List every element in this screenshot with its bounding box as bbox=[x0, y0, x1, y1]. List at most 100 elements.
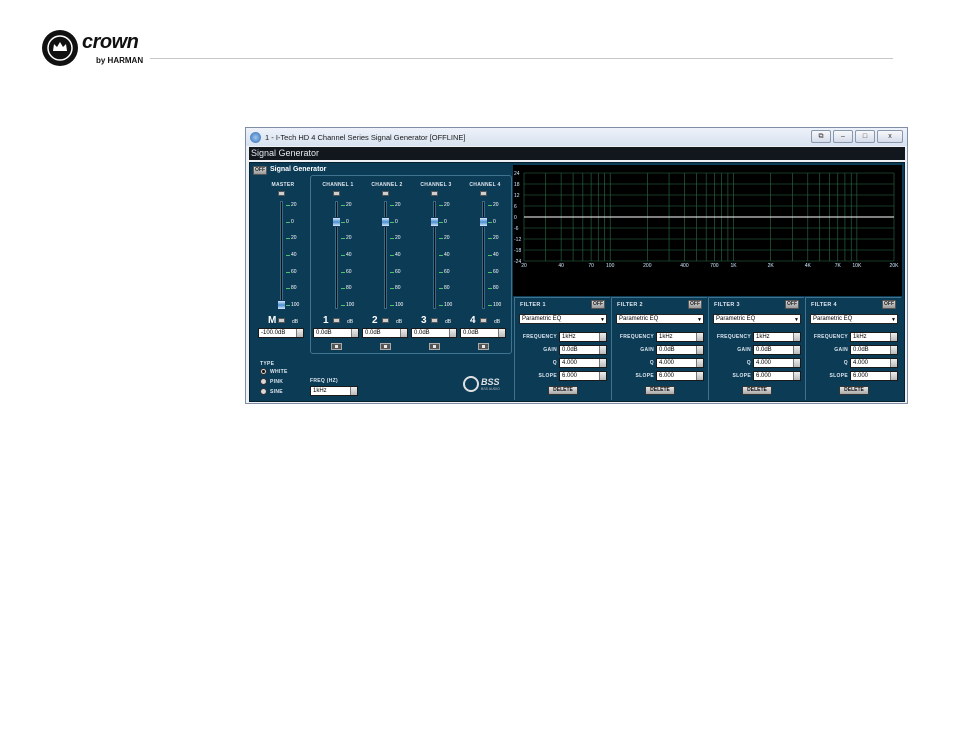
channel-4-fader-knob[interactable] bbox=[479, 216, 488, 227]
filter-2-slope-input[interactable]: 6.000 bbox=[656, 371, 704, 381]
close-button[interactable]: x bbox=[877, 130, 903, 143]
channel-4-mute-button[interactable] bbox=[478, 343, 489, 350]
channel-1-tick bbox=[341, 271, 345, 273]
channel-1-mute-button[interactable] bbox=[331, 343, 342, 350]
filter-4-gain-spinner-arrows[interactable] bbox=[890, 346, 897, 354]
filter-3-frequency-spinner-arrows[interactable] bbox=[793, 333, 800, 341]
master-scale-label: 60 bbox=[291, 268, 297, 275]
filter-3-gain-input[interactable]: 0.0dB bbox=[753, 345, 801, 355]
filter-4-slope-input[interactable]: 6.000 bbox=[850, 371, 898, 381]
filter-3-slope-input[interactable]: 6.000 bbox=[753, 371, 801, 381]
filter-2-delete-button[interactable]: DELETE bbox=[645, 386, 675, 395]
filter-3-type-select[interactable]: Parametric EQ ▼ bbox=[713, 314, 801, 324]
filter-1-q-input[interactable]: 4.000 bbox=[559, 358, 607, 368]
filter-1-off-button[interactable]: OFF bbox=[591, 300, 605, 309]
master-gain-input[interactable]: -100.0dB bbox=[258, 328, 304, 338]
freq-spinner-arrows[interactable] bbox=[350, 387, 357, 395]
filter-4-slope-value: 6.000 bbox=[853, 373, 869, 379]
minimize-button[interactable]: – bbox=[833, 130, 853, 143]
filter-2-gain-input[interactable]: 0.0dB bbox=[656, 345, 704, 355]
filter-4-q-spinner-arrows[interactable] bbox=[890, 359, 897, 367]
master-spinner-arrows[interactable] bbox=[296, 329, 303, 337]
channel-2-scale-label: 100 bbox=[395, 302, 404, 308]
channel-1-spinner-arrows[interactable] bbox=[351, 329, 358, 337]
filter-2-frequency-input[interactable]: 1kHz bbox=[656, 332, 704, 342]
channel-4-spinner-arrows[interactable] bbox=[498, 329, 505, 337]
channel-2-mute-button[interactable] bbox=[380, 343, 391, 350]
graph-y-tick: -12 bbox=[514, 237, 521, 243]
filter-1-type-select[interactable]: Parametric EQ ▼ bbox=[519, 314, 607, 324]
filter-2-slope-value: 6.000 bbox=[659, 373, 675, 379]
channel-1-scale-label: 20 bbox=[346, 202, 352, 208]
type-radio-white[interactable] bbox=[260, 368, 267, 375]
channel-4-select[interactable] bbox=[480, 318, 487, 323]
channel-4-gain-input[interactable]: 0.0dB bbox=[460, 328, 506, 338]
channel-2-gain-input[interactable]: 0.0dB bbox=[362, 328, 408, 338]
filter-2-q-input[interactable]: 4.000 bbox=[656, 358, 704, 368]
type-radio-sine[interactable] bbox=[260, 388, 267, 395]
filter-4-slope-spinner-arrows[interactable] bbox=[890, 372, 897, 380]
generator-off-button[interactable]: OFF bbox=[253, 166, 267, 175]
filter-2-frequency-spinner-arrows[interactable] bbox=[696, 333, 703, 341]
filter-4-gain-input[interactable]: 0.0dB bbox=[850, 345, 898, 355]
filter-3-gain-spinner-arrows[interactable] bbox=[793, 346, 800, 354]
channel-4-scale-label: 60 bbox=[493, 268, 499, 275]
filter-4-frequency-input[interactable]: 1kHz bbox=[850, 332, 898, 342]
filter-4-delete-button[interactable]: DELETE bbox=[839, 386, 869, 395]
filter-4-off-button[interactable]: OFF bbox=[882, 300, 896, 309]
filter-3-delete-button[interactable]: DELETE bbox=[742, 386, 772, 395]
channel-1-scale-label: 80 bbox=[346, 285, 352, 292]
filter-1-delete-button[interactable]: DELETE bbox=[548, 386, 578, 395]
filter-1-frequency-input[interactable]: 1kHz bbox=[559, 332, 607, 342]
channel-1-indicator[interactable] bbox=[333, 191, 340, 196]
channel-1-gain-input[interactable]: 0.0dB bbox=[313, 328, 359, 338]
freq-input[interactable]: 1kHz bbox=[310, 386, 358, 396]
master-db-unit: dB bbox=[292, 319, 299, 325]
network-icon[interactable]: ⧉ bbox=[811, 130, 831, 143]
master-indicator[interactable] bbox=[278, 191, 285, 196]
filter-4-frequency-spinner-arrows[interactable] bbox=[890, 333, 897, 341]
filter-1-frequency-spinner-arrows[interactable] bbox=[599, 333, 606, 341]
filter-1-slope-spinner-arrows[interactable] bbox=[599, 372, 606, 380]
filter-2-off-button[interactable]: OFF bbox=[688, 300, 702, 309]
filter-2-gain-label: GAIN bbox=[640, 347, 654, 353]
channel-1-select[interactable] bbox=[333, 318, 340, 323]
filter-1-gain-input[interactable]: 0.0dB bbox=[559, 345, 607, 355]
filter-3-q-input[interactable]: 4.000 bbox=[753, 358, 801, 368]
filter-2-q-spinner-arrows[interactable] bbox=[696, 359, 703, 367]
master-select[interactable] bbox=[278, 318, 285, 323]
channel-3-indicator[interactable] bbox=[431, 191, 438, 196]
filter-1-gain-spinner-arrows[interactable] bbox=[599, 346, 606, 354]
filter-3-slope-spinner-arrows[interactable] bbox=[793, 372, 800, 380]
filter-3-off-button[interactable]: OFF bbox=[785, 300, 799, 309]
filter-3-frequency-input[interactable]: 1kHz bbox=[753, 332, 801, 342]
channel-2-spinner-arrows[interactable] bbox=[400, 329, 407, 337]
eq-graph-svg: 24181260-6-12-18-2420 40 70 100 200 400 700 1K 2… bbox=[514, 171, 899, 269]
channel-3-spinner-arrows[interactable] bbox=[449, 329, 456, 337]
filter-2-slope-spinner-arrows[interactable] bbox=[696, 372, 703, 380]
bss-circle-icon bbox=[463, 376, 479, 392]
channel-3-mute-button[interactable] bbox=[429, 343, 440, 350]
filter-3-section: FILTER 3 OFF Parametric EQ ▼ FREQUENCY 1kHz GA… bbox=[708, 297, 804, 400]
channel-3-gain-input[interactable]: 0.0dB bbox=[411, 328, 457, 338]
channel-2-indicator[interactable] bbox=[382, 191, 389, 196]
filter-4-type-select[interactable]: Parametric EQ ▼ bbox=[810, 314, 898, 324]
filter-2-type-select[interactable]: Parametric EQ ▼ bbox=[616, 314, 704, 324]
filter-3-q-spinner-arrows[interactable] bbox=[793, 359, 800, 367]
channel-1-fader-knob[interactable] bbox=[332, 216, 341, 227]
channel-4-indicator[interactable] bbox=[480, 191, 487, 196]
type-radio-pink[interactable] bbox=[260, 378, 267, 385]
master-fader-knob[interactable] bbox=[277, 300, 286, 310]
channel-2-fader-knob[interactable] bbox=[381, 216, 390, 227]
channel-3-fader-knob[interactable] bbox=[430, 216, 439, 227]
filter-2-gain-spinner-arrows[interactable] bbox=[696, 346, 703, 354]
filter-1-slope-input[interactable]: 6.000 bbox=[559, 371, 607, 381]
master-fader-track[interactable] bbox=[280, 201, 283, 309]
filter-4-q-input[interactable]: 4.000 bbox=[850, 358, 898, 368]
channel-2-select[interactable] bbox=[382, 318, 389, 323]
maximize-button[interactable]: □ bbox=[855, 130, 875, 143]
title-bar[interactable]: 1 - I-Tech HD 4 Channel Series Signal Ge… bbox=[246, 128, 907, 146]
channel-3-select[interactable] bbox=[431, 318, 438, 323]
filter-1-q-spinner-arrows[interactable] bbox=[599, 359, 606, 367]
filter-1-slope-value: 6.000 bbox=[562, 373, 578, 379]
